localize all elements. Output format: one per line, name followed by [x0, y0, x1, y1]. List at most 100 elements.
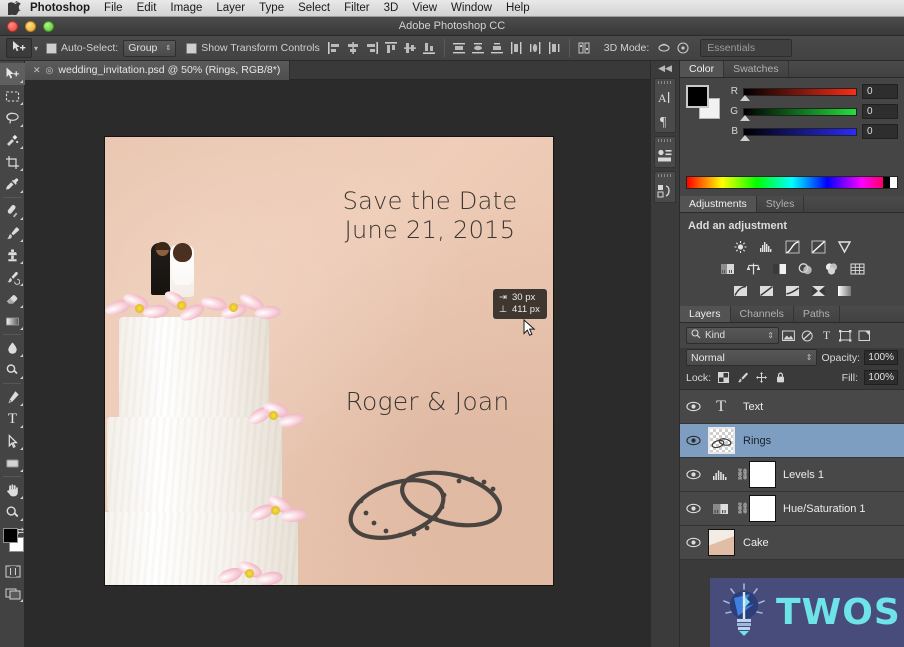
menu-file[interactable]: File: [97, 0, 130, 16]
canvas-workspace[interactable]: Save the Date June 21, 2015 Roger & Joan: [25, 80, 650, 647]
brush-tool[interactable]: [0, 222, 25, 244]
panel-grip[interactable]: [655, 172, 675, 179]
zoom-window-button[interactable]: [43, 21, 54, 32]
tab-channels[interactable]: Channels: [731, 306, 794, 322]
photo-filter-icon[interactable]: [797, 261, 814, 276]
layer-mask-thumbnail[interactable]: [749, 461, 776, 488]
align-right-edges-icon[interactable]: [364, 39, 381, 57]
layer-visibility-icon[interactable]: [680, 458, 706, 492]
close-tab-icon[interactable]: ✕: [33, 65, 41, 76]
menu-type[interactable]: Type: [252, 0, 291, 16]
pen-tool[interactable]: [0, 386, 25, 408]
tab-color[interactable]: Color: [680, 61, 724, 77]
zoom-tool[interactable]: [0, 501, 25, 523]
tab-styles[interactable]: Styles: [757, 196, 805, 212]
roll-3d-object-icon[interactable]: [674, 39, 691, 57]
posterize-icon[interactable]: [758, 283, 775, 298]
menu-layer[interactable]: Layer: [209, 0, 252, 16]
path-selection-tool[interactable]: [0, 430, 25, 452]
properties-panel-icon[interactable]: [655, 144, 675, 167]
move-tool-icon[interactable]: [6, 38, 32, 58]
crop-tool[interactable]: [0, 151, 25, 173]
paragraph-panel-icon[interactable]: ¶: [655, 109, 675, 132]
horizontal-type-tool[interactable]: T: [0, 408, 25, 430]
vibrance-icon[interactable]: [836, 239, 853, 254]
artboard[interactable]: Save the Date June 21, 2015 Roger & Joan: [105, 137, 553, 585]
spot-healing-brush-tool[interactable]: [0, 200, 25, 222]
show-transform-controls-checkbox[interactable]: [186, 43, 197, 54]
layer-name[interactable]: Levels 1: [776, 469, 824, 481]
brightness-contrast-icon[interactable]: [732, 239, 749, 254]
align-bottom-edges-icon[interactable]: [421, 39, 438, 57]
quick-selection-tool[interactable]: [0, 129, 25, 151]
lock-position-icon[interactable]: [755, 371, 768, 384]
layer-row-cake[interactable]: Cake: [680, 526, 904, 560]
menu-photoshop[interactable]: Photoshop: [28, 0, 97, 16]
filter-shape-layers-icon[interactable]: [836, 327, 855, 344]
black-white-icon[interactable]: [771, 261, 788, 276]
fill-value[interactable]: 100%: [864, 370, 898, 385]
panel-grip[interactable]: [655, 79, 675, 86]
wedding-rings-artwork[interactable]: [341, 443, 511, 553]
auto-align-layers-icon[interactable]: [576, 39, 593, 57]
menu-select[interactable]: Select: [291, 0, 337, 16]
menu-window[interactable]: Window: [444, 0, 499, 16]
menu-help[interactable]: Help: [499, 0, 537, 16]
selective-color-icon[interactable]: [810, 283, 827, 298]
collapse-panels-icon[interactable]: ◀◀: [651, 61, 679, 75]
menu-image[interactable]: Image: [163, 0, 209, 16]
menu-view[interactable]: View: [405, 0, 444, 16]
layer-name[interactable]: Cake: [736, 537, 769, 549]
panel-foreground-color-swatch[interactable]: [686, 85, 709, 108]
layer-visibility-icon[interactable]: [680, 492, 706, 526]
layer-row-levels-1[interactable]: ⛓ Levels 1: [680, 458, 904, 492]
red-channel-value[interactable]: 0: [862, 84, 898, 99]
distribute-horizontal-centers-icon[interactable]: [527, 39, 544, 57]
layer-visibility-icon[interactable]: [680, 424, 706, 458]
tab-layers[interactable]: Layers: [680, 306, 731, 322]
layer-row-hue-saturation-1[interactable]: ⛓ Hue/Saturation 1: [680, 492, 904, 526]
color-balance-icon[interactable]: [745, 261, 762, 276]
screen-mode-icon[interactable]: [0, 582, 25, 604]
filter-adjustment-layers-icon[interactable]: [798, 327, 817, 344]
green-channel-slider[interactable]: [743, 108, 857, 116]
layer-row-text[interactable]: T Text: [680, 390, 904, 424]
tab-paths[interactable]: Paths: [794, 306, 840, 322]
color-lookup-icon[interactable]: [849, 261, 866, 276]
menu-edit[interactable]: Edit: [130, 0, 164, 16]
filter-smart-objects-icon[interactable]: [855, 327, 874, 344]
auto-select-scope-dropdown[interactable]: Group ⇕: [123, 40, 176, 57]
character-panel-icon[interactable]: A: [655, 86, 675, 109]
gradient-tool[interactable]: [0, 310, 25, 332]
align-top-edges-icon[interactable]: [383, 39, 400, 57]
tool-preset-chevron-icon[interactable]: ▾: [34, 44, 38, 53]
layer-name[interactable]: Rings: [736, 435, 771, 447]
eyedropper-tool[interactable]: [0, 173, 25, 195]
layer-name[interactable]: Hue/Saturation 1: [776, 503, 866, 515]
opacity-value[interactable]: 100%: [864, 350, 898, 365]
auto-select-checkbox[interactable]: [46, 43, 57, 54]
align-left-edges-icon[interactable]: [326, 39, 343, 57]
layer-row-rings[interactable]: Rings: [680, 424, 904, 458]
align-vertical-centers-icon[interactable]: [402, 39, 419, 57]
panel-grip[interactable]: [655, 137, 675, 144]
blur-tool[interactable]: [0, 337, 25, 359]
layer-visibility-icon[interactable]: [680, 390, 706, 424]
levels-icon[interactable]: [758, 239, 775, 254]
blue-channel-slider[interactable]: [743, 128, 857, 136]
move-tool[interactable]: [0, 63, 25, 85]
actions-panel-icon[interactable]: [655, 179, 675, 202]
tab-swatches[interactable]: Swatches: [724, 61, 789, 77]
channel-mixer-icon[interactable]: [823, 261, 840, 276]
close-window-button[interactable]: [7, 21, 18, 32]
threshold-icon[interactable]: [784, 283, 801, 298]
filter-type-layers-icon[interactable]: T: [817, 327, 836, 344]
apple-logo-icon[interactable]: [6, 1, 22, 15]
exposure-icon[interactable]: [810, 239, 827, 254]
lock-image-pixels-icon[interactable]: [736, 371, 749, 384]
menu-3d[interactable]: 3D: [377, 0, 406, 16]
filter-pixel-layers-icon[interactable]: [779, 327, 798, 344]
history-brush-tool[interactable]: [0, 266, 25, 288]
menu-filter[interactable]: Filter: [337, 0, 377, 16]
color-spectrum-ramp[interactable]: [686, 176, 898, 189]
